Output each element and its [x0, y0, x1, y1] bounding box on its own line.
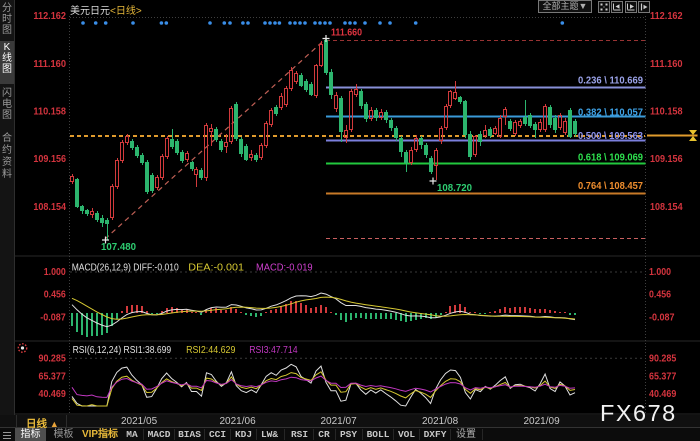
- svg-text:90.285: 90.285: [39, 353, 66, 365]
- svg-text:111.160: 111.160: [650, 58, 683, 70]
- svg-text:40.469: 40.469: [39, 388, 66, 400]
- svg-text:RSI2:44.629: RSI2:44.629: [186, 345, 236, 356]
- svg-text:109.156: 109.156: [33, 153, 66, 165]
- svg-text:110.158: 110.158: [650, 106, 683, 118]
- svg-text:RSI(6,12,24) RSI1:38.699: RSI(6,12,24) RSI1:38.699: [73, 345, 172, 356]
- svg-text:112.162: 112.162: [33, 10, 66, 22]
- svg-text:109.156: 109.156: [650, 153, 683, 165]
- svg-text:65.377: 65.377: [649, 370, 676, 382]
- svg-text:111.160: 111.160: [33, 58, 66, 70]
- svg-text:-0.087: -0.087: [649, 312, 675, 324]
- svg-text:1.000: 1.000: [649, 266, 671, 278]
- svg-text:MACD:-0.019: MACD:-0.019: [256, 263, 313, 274]
- svg-text:40.469: 40.469: [649, 388, 676, 400]
- svg-text:DEA:-0.001: DEA:-0.001: [188, 263, 244, 274]
- svg-text:90.285: 90.285: [649, 353, 676, 365]
- svg-text:MACD(26,12,9) DIFF:-0.010: MACD(26,12,9) DIFF:-0.010: [72, 263, 179, 274]
- svg-text:110.158: 110.158: [33, 106, 66, 118]
- svg-text:0.456: 0.456: [649, 289, 671, 301]
- svg-text:65.377: 65.377: [39, 370, 66, 382]
- svg-text:1.000: 1.000: [44, 266, 66, 278]
- svg-text:108.154: 108.154: [33, 201, 66, 213]
- svg-text:112.162: 112.162: [650, 10, 683, 22]
- svg-text:-0.087: -0.087: [40, 312, 66, 324]
- svg-text:RSI3:47.714: RSI3:47.714: [249, 345, 298, 356]
- svg-text:108.154: 108.154: [650, 201, 683, 213]
- svg-text:0.456: 0.456: [44, 289, 66, 301]
